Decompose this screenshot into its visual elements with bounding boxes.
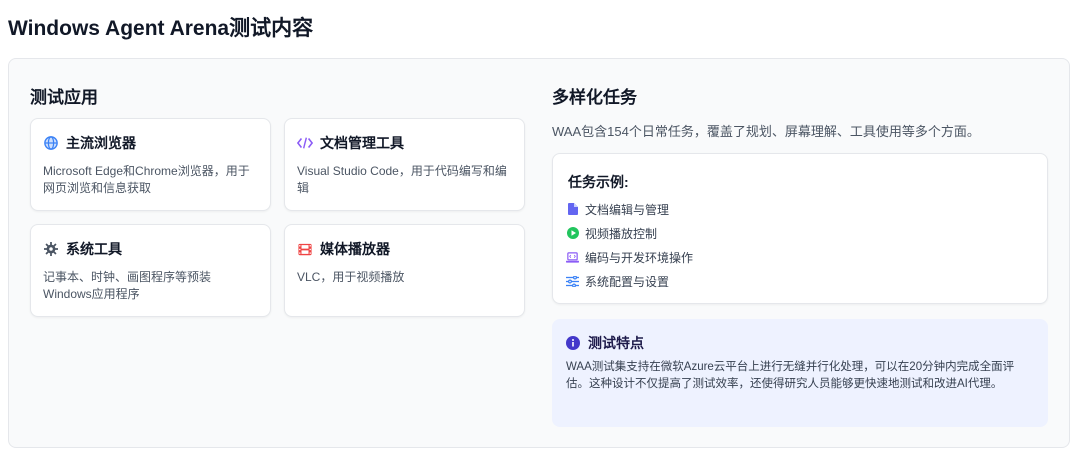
- app-card-docs: 文档管理工具 Visual Studio Code，用于代码编写和编辑: [284, 118, 525, 211]
- film-icon: [297, 241, 313, 257]
- feature-text: WAA测试集支持在微软Azure云平台上进行无缝并行化处理，可以在20分钟内完成…: [566, 361, 1015, 390]
- app-card-system-tools: 系统工具 记事本、时钟、画图程序等预装Windows应用程序: [30, 224, 271, 317]
- tasks-intro: WAA包含154个日常任务，覆盖了规划、屏幕理解、工具使用等多个方面。: [552, 124, 980, 139]
- app-card-desc: VLC，用于视频播放: [297, 270, 405, 284]
- task-example-item: 系统配置与设置: [566, 273, 669, 289]
- globe-icon: [43, 135, 59, 151]
- sliders-icon: [566, 275, 579, 288]
- app-card-title: 文档管理工具: [320, 135, 404, 151]
- apps-heading: 测试应用: [30, 88, 98, 107]
- play-icon: [566, 227, 579, 240]
- app-card-title: 主流浏览器: [66, 135, 136, 151]
- code-icon: [297, 135, 313, 151]
- feature-box: 测试特点 WAA测试集支持在微软Azure云平台上进行无缝并行化处理，可以在20…: [552, 319, 1048, 427]
- laptop-code-icon: [566, 251, 579, 264]
- gear-icon: [43, 241, 59, 257]
- task-example-item: 视频播放控制: [566, 225, 657, 241]
- app-card-browsers: 主流浏览器 Microsoft Edge和Chrome浏览器，用于网页浏览和信息…: [30, 118, 271, 211]
- document-icon: [566, 203, 579, 216]
- task-examples-title: 任务示例:: [568, 174, 629, 190]
- page-title: Windows Agent Arena测试内容: [8, 17, 314, 40]
- app-card-desc: Microsoft Edge和Chrome浏览器，用于网页浏览和信息获取: [43, 164, 250, 195]
- app-card-desc: 记事本、时钟、画图程序等预装Windows应用程序: [43, 270, 212, 301]
- task-example-item: 编码与开发环境操作: [566, 249, 693, 265]
- info-icon: [566, 336, 580, 350]
- task-example-item: 文档编辑与管理: [566, 201, 669, 217]
- app-card-desc: Visual Studio Code，用于代码编写和编辑: [297, 164, 507, 195]
- app-card-title: 媒体播放器: [320, 241, 390, 257]
- app-card-title: 系统工具: [66, 241, 122, 257]
- app-card-media: 媒体播放器 VLC，用于视频播放: [284, 224, 525, 317]
- feature-title: 测试特点: [588, 335, 644, 351]
- task-examples-box: 任务示例: 文档编辑与管理 视频播放控制 编码与开发环境操作 系统配置与设置: [552, 153, 1048, 304]
- tasks-heading: 多样化任务: [552, 88, 637, 107]
